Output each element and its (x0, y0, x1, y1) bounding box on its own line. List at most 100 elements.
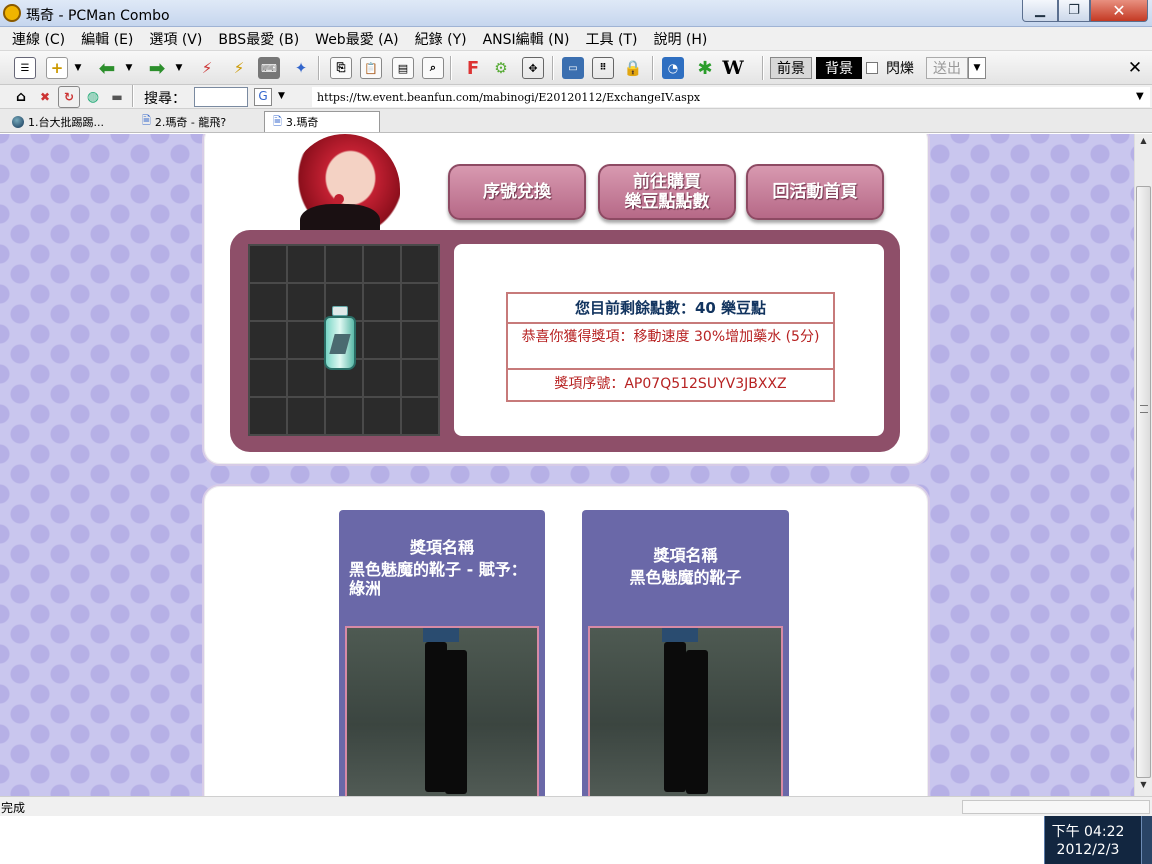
scroll-down-arrow[interactable]: ▼ (1135, 780, 1152, 796)
find-icon[interactable]: ⌕ (422, 57, 444, 79)
page-icon: 🗎 (142, 114, 151, 127)
keyboard-icon[interactable]: ⌨ (258, 57, 280, 79)
chevron-down-icon[interactable]: ▼ (71, 57, 85, 79)
buy-points-line2: 樂豆點點數 (624, 192, 710, 212)
paste-icon[interactable]: 📋 (360, 57, 382, 79)
status-bar: 完成 (0, 796, 1152, 816)
refresh-icon[interactable]: ↻ (58, 86, 80, 108)
globe-icon[interactable]: ◍ (82, 86, 104, 108)
tab-mabinogi[interactable]: 🗎 3.瑪奇 (264, 111, 380, 132)
page-icon: 🗎 (273, 114, 282, 128)
scroll-up-arrow[interactable]: ▲ (1135, 136, 1152, 152)
menu-connect[interactable]: 連線 (C) (4, 29, 73, 49)
globe-icon (12, 115, 24, 128)
result-table: 您目前剩餘點數：40 樂豆點 恭喜你獲得獎項：移動速度 30%增加藥水 (5分)… (506, 292, 835, 402)
tab-bar: 1.台大批踢踢... 🗎 2.瑪奇 - 龍飛? 🗎 3.瑪奇 (0, 109, 1152, 133)
prize-image (588, 626, 783, 796)
menu-bbs-favorites[interactable]: BBS最愛 (B) (210, 29, 307, 49)
clock-time: 下午 04:22 (1051, 824, 1125, 840)
background-button[interactable]: 背景 (816, 57, 862, 79)
remaining-points: 您目前剩餘點數：40 樂豆點 (508, 294, 833, 324)
menu-bar: 連線 (C) 編輯 (E) 選項 (V) BBS最愛 (B) Web最愛 (A)… (0, 27, 1152, 51)
new-tab-icon[interactable]: + (46, 57, 68, 79)
app-icon (3, 4, 21, 22)
fullscreen-icon[interactable]: ✥ (522, 57, 544, 79)
prize-message: 恭喜你獲得獎項：移動速度 30%增加藥水 (5分) (508, 324, 833, 370)
scrollbar-thumb[interactable] (1136, 186, 1151, 778)
blink-label: 閃爍 (886, 61, 914, 77)
select-all-icon[interactable]: ▤ (392, 57, 414, 79)
lock-icon[interactable]: 🔒 (622, 57, 644, 79)
potion-icon (322, 306, 358, 372)
minimize-button[interactable]: ▁ (1022, 0, 1058, 22)
menu-log[interactable]: 紀錄 (Y) (407, 29, 475, 49)
menu-help[interactable]: 說明 (H) (645, 29, 715, 49)
screen-icon[interactable]: ▭ (562, 57, 584, 79)
settings-gear-icon[interactable]: ⚙ (490, 57, 512, 79)
close-toolbar-icon[interactable]: ✕ (1124, 57, 1146, 79)
menu-web-favorites[interactable]: Web最愛 (A) (307, 29, 406, 49)
taskbar-clock[interactable]: 下午 04:22 2012/2/3 (1044, 816, 1152, 864)
ascii-art-icon[interactable]: ⠿ (592, 57, 614, 79)
prize-heading: 獎項名稱 (653, 546, 718, 565)
progress-bar (962, 800, 1150, 814)
font-icon[interactable]: F (462, 57, 484, 79)
url-input[interactable]: https://tw.event.beanfun.com/mabinogi/E2… (312, 87, 1150, 107)
menu-edit[interactable]: 編輯 (E) (73, 29, 141, 49)
forward-icon[interactable]: ➡ (146, 56, 168, 80)
vertical-scrollbar[interactable]: ▲ ▼ (1134, 134, 1152, 796)
tab-label: 2.瑪奇 - 龍飛? (154, 115, 227, 129)
buy-points-button[interactable]: 前往購買 樂豆點點數 (598, 164, 736, 220)
prize-name: 黑色魅魔的靴子 - 賦予：綠洲 (349, 560, 527, 598)
disconnect-icon[interactable]: ⚡ (196, 57, 218, 79)
clover-icon[interactable]: ✱ (694, 57, 716, 79)
chevron-down-icon[interactable]: ▼ (1136, 91, 1144, 102)
prize-image (345, 626, 539, 796)
stop-icon[interactable]: ✖ (34, 86, 56, 108)
prize-heading: 獎項名稱 (409, 538, 474, 557)
search-engine-icon[interactable]: ◔ (662, 57, 684, 79)
home-icon[interactable]: ⌂ (10, 86, 32, 108)
blink-checkbox[interactable] (866, 62, 878, 74)
title-bar: 瑪奇 - PCMan Combo ▁ ❐ ✕ (0, 0, 1152, 27)
main-toolbar: ☰ + ▼ ⬅ ▼ ➡ ▼ ⚡ ⚡ ⌨ ✦ ⎘ 📋 ▤ ⌕ F ⚙ ✥ ▭ ⠿ … (0, 51, 1152, 85)
tab-label: 1.台大批踢踢... (28, 115, 104, 129)
sites-icon[interactable]: ☰ (14, 57, 36, 79)
event-home-button[interactable]: 回活動首頁 (746, 164, 884, 220)
maximize-button[interactable]: ❐ (1058, 0, 1090, 22)
send-button[interactable]: 送出 (926, 57, 968, 79)
tab-mabinogi-dragon[interactable]: 🗎 2.瑪奇 - 龍飛? (134, 111, 258, 132)
menu-options[interactable]: 選項 (V) (141, 29, 210, 49)
redeem-serial-button[interactable]: 序號兌換 (448, 164, 586, 220)
search-label: 搜尋： (144, 91, 186, 107)
close-window-button[interactable]: ✕ (1090, 0, 1148, 22)
web-viewport: 序號兌換 前往購買 樂豆點點數 回活動首頁 您目前剩餘點數：40 樂豆點 恭喜你… (0, 134, 1134, 796)
search-input[interactable] (194, 87, 248, 107)
character-banner (250, 134, 430, 232)
item-inventory-grid (248, 244, 440, 436)
chevron-down-icon[interactable]: ▼ (968, 57, 986, 79)
back-icon[interactable]: ⬅ (96, 56, 118, 80)
chevron-down-icon[interactable]: ▼ (122, 57, 136, 79)
tab-label: 3.瑪奇 (285, 116, 319, 129)
prize-card[interactable]: 獎項名稱 黑色魅魔的靴子 - 賦予：綠洲 (339, 510, 545, 796)
window-title: 瑪奇 - PCMan Combo (26, 8, 170, 24)
menu-tools[interactable]: 工具 (T) (578, 29, 646, 49)
copy-icon[interactable]: ⎘ (330, 57, 352, 79)
prize-card[interactable]: 獎項名稱 黑色魅魔的靴子 (582, 510, 789, 796)
buy-points-line1: 前往購買 (633, 172, 701, 192)
clock-date: 2012/2/3 (1056, 842, 1120, 858)
chevron-down-icon[interactable]: ▼ (172, 57, 186, 79)
reconnect-icon[interactable]: ⚡ (228, 57, 250, 79)
print-icon[interactable]: ▬ (106, 86, 128, 108)
menu-ansi-edit[interactable]: ANSI編輯 (N) (475, 29, 578, 49)
wikipedia-icon[interactable]: W (722, 57, 744, 79)
show-desktop-button[interactable] (1141, 816, 1152, 864)
chevron-down-icon[interactable]: ▼ (278, 91, 285, 101)
address-bar: ⌂ ✖ ↻ ◍ ▬ 搜尋： G ▼ https://tw.event.beanf… (0, 85, 1152, 109)
pin-icon[interactable]: ✦ (290, 57, 312, 79)
google-icon[interactable]: G (254, 88, 272, 106)
tab-ptt[interactable]: 1.台大批踢踢... (4, 111, 124, 132)
foreground-button[interactable]: 前景 (770, 57, 812, 79)
prize-serial: 獎項序號：AP07Q512SUYV3JBXXZ (554, 376, 787, 392)
